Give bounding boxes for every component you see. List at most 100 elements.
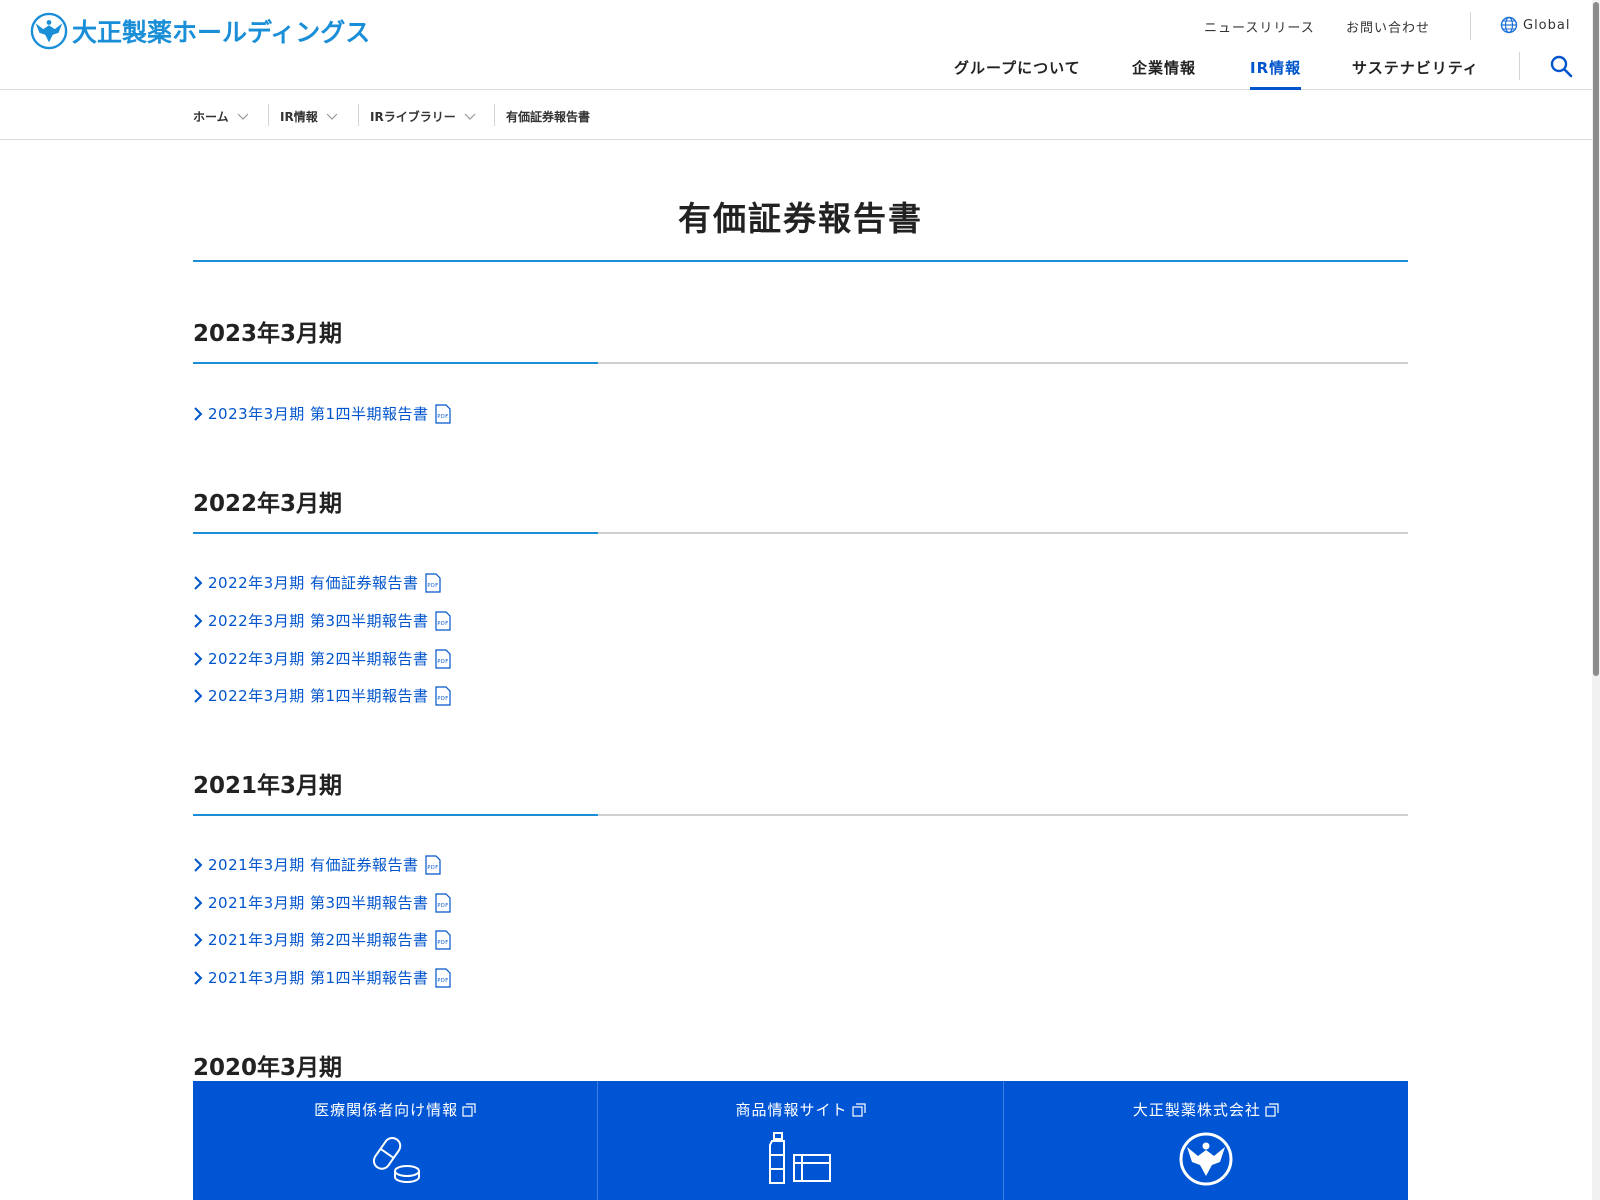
svg-text:PDF: PDF [437, 414, 448, 420]
chevron-right-icon [194, 613, 203, 628]
nav-corporate[interactable]: 企業情報 [1132, 57, 1196, 78]
doc-link-label: 2021年3月期 第3四半期報告書 [208, 894, 429, 912]
pdf-doc-link[interactable]: 2021年3月期 第2四半期報告書 PDF [193, 929, 451, 950]
chevron-right-icon [194, 406, 203, 421]
banner-label: 大正製薬株式会社 [1132, 1101, 1261, 1119]
chevron-down-icon [464, 113, 476, 120]
doc-link-label: 2023年3月期 第1四半期報告書 [208, 405, 429, 423]
pdf-icon: PDF [424, 572, 441, 593]
breadcrumb-label: IR情報 [280, 110, 318, 124]
chevron-right-icon [194, 895, 203, 910]
external-link-icon [851, 1102, 866, 1117]
pdf-icon: PDF [434, 403, 451, 424]
pdf-doc-link[interactable]: 2021年3月期 有価証券報告書 PDF [193, 854, 441, 875]
search-icon[interactable] [1549, 54, 1573, 78]
breadcrumb-ir[interactable]: IR情報 [280, 108, 338, 125]
news-release-link[interactable]: ニュースリリース [1204, 17, 1315, 36]
site-header: 大正製薬ホールディングス ニュースリリース お問い合わせ Global グループ… [0, 0, 1592, 90]
pdf-icon: PDF [434, 648, 451, 669]
breadcrumb-divider [494, 104, 495, 126]
pdf-doc-link[interactable]: 2022年3月期 第1四半期報告書 PDF [193, 685, 451, 706]
doc-link-label: 2021年3月期 第2四半期報告書 [208, 931, 429, 949]
banner-label-wrap: 大正製薬株式会社 [1004, 1099, 1408, 1120]
title-underline [193, 260, 1408, 262]
pdf-doc-link[interactable]: 2021年3月期 第1四半期報告書 PDF [193, 967, 451, 988]
breadcrumb-divider [268, 104, 269, 126]
doc-link-label: 2022年3月期 第3四半期報告書 [208, 612, 429, 630]
banner-label: 医療関係者向け情報 [314, 1101, 459, 1119]
global-label: Global [1523, 17, 1571, 33]
nav-active-indicator [1250, 87, 1301, 90]
related-sites-banner: 医療関係者向け情報 商品情報サイト 大正製薬株式会社 [193, 1081, 1408, 1200]
page-title: 有価証券報告書 [678, 199, 923, 238]
doc-link-label: 2022年3月期 第2四半期報告書 [208, 650, 429, 668]
banner-medical-info[interactable]: 医療関係者向け情報 [193, 1081, 599, 1200]
external-link-icon [1265, 1102, 1279, 1117]
eagle-emblem-icon [1179, 1132, 1233, 1186]
global-link[interactable]: Global [1500, 16, 1570, 34]
svg-text:PDF: PDF [437, 940, 448, 946]
scrollbar-thumb[interactable] [1593, 2, 1599, 676]
doc-link-label: 2021年3月期 第1四半期報告書 [208, 969, 429, 987]
external-link-icon [462, 1102, 476, 1117]
pdf-icon: PDF [434, 610, 451, 631]
chevron-right-icon [194, 575, 203, 590]
pdf-doc-link[interactable]: 2022年3月期 第2四半期報告書 PDF [193, 648, 451, 669]
pdf-icon: PDF [434, 967, 451, 988]
breadcrumb-library[interactable]: IRライブラリー [370, 108, 476, 125]
logo-text: 大正製薬ホールディングス [72, 18, 371, 47]
globe-icon [1500, 16, 1518, 34]
doc-link-label: 2022年3月期 第1四半期報告書 [208, 687, 429, 705]
pdf-icon: PDF [424, 854, 441, 875]
chevron-right-icon [194, 932, 203, 947]
pdf-icon: PDF [434, 929, 451, 950]
section-heading: 2022年3月期 [193, 491, 343, 517]
chevron-right-icon [194, 970, 203, 985]
nav-group[interactable]: グループについて [954, 57, 1081, 78]
svg-text:PDF: PDF [437, 978, 448, 984]
site-logo[interactable]: 大正製薬ホールディングス [30, 12, 370, 50]
svg-text:PDF: PDF [437, 621, 448, 627]
eagle-emblem-icon [30, 12, 68, 50]
section-heading: 2020年3月期 [193, 1055, 343, 1081]
svg-text:PDF: PDF [437, 903, 448, 909]
banner-label-wrap: 医療関係者向け情報 [193, 1099, 597, 1120]
chevron-right-icon [194, 688, 203, 703]
breadcrumb-label: IRライブラリー [370, 110, 456, 124]
chevron-down-icon [237, 113, 249, 120]
banner-taisho-pharma[interactable]: 大正製薬株式会社 [1003, 1081, 1408, 1200]
section-heading: 2023年3月期 [193, 321, 343, 347]
contact-link[interactable]: お問い合わせ [1346, 17, 1430, 36]
banner-label: 商品情報サイト [735, 1101, 848, 1119]
section-divider-accent [193, 532, 598, 534]
breadcrumb: ホーム IR情報 IRライブラリー 有価証券報告書 [0, 91, 1592, 140]
breadcrumb-current: 有価証券報告書 [506, 110, 591, 124]
chevron-right-icon [194, 857, 203, 872]
breadcrumb-divider [358, 104, 359, 126]
util-divider [1470, 12, 1471, 40]
pdf-icon: PDF [434, 892, 451, 913]
svg-text:PDF: PDF [427, 583, 438, 589]
section-divider-accent [193, 814, 598, 816]
pdf-doc-link[interactable]: 2022年3月期 有価証券報告書 PDF [193, 572, 441, 593]
pdf-doc-link[interactable]: 2021年3月期 第3四半期報告書 PDF [193, 892, 451, 913]
svg-text:PDF: PDF [437, 659, 448, 665]
section-divider-accent [193, 362, 598, 364]
breadcrumb-label: ホーム [193, 110, 229, 124]
nav-ir[interactable]: IR情報 [1250, 57, 1301, 78]
breadcrumb-home[interactable]: ホーム [193, 108, 249, 125]
doc-link-label: 2022年3月期 有価証券報告書 [208, 574, 419, 592]
banner-product-site[interactable]: 商品情報サイト [598, 1081, 1004, 1200]
pill-icon [373, 1137, 421, 1183]
banner-label-wrap: 商品情報サイト [598, 1099, 1002, 1120]
pdf-icon: PDF [434, 685, 451, 706]
section-heading: 2021年3月期 [193, 773, 343, 799]
pdf-doc-link[interactable]: 2022年3月期 第3四半期報告書 PDF [193, 610, 451, 631]
chevron-right-icon [194, 651, 203, 666]
nav-divider [1519, 52, 1520, 80]
svg-text:PDF: PDF [427, 865, 438, 871]
doc-link-label: 2021年3月期 有価証券報告書 [208, 856, 419, 874]
nav-sustainability[interactable]: サステナビリティ [1352, 57, 1479, 78]
svg-text:PDF: PDF [437, 696, 448, 702]
pdf-doc-link[interactable]: 2023年3月期 第1四半期報告書 PDF [193, 403, 451, 424]
